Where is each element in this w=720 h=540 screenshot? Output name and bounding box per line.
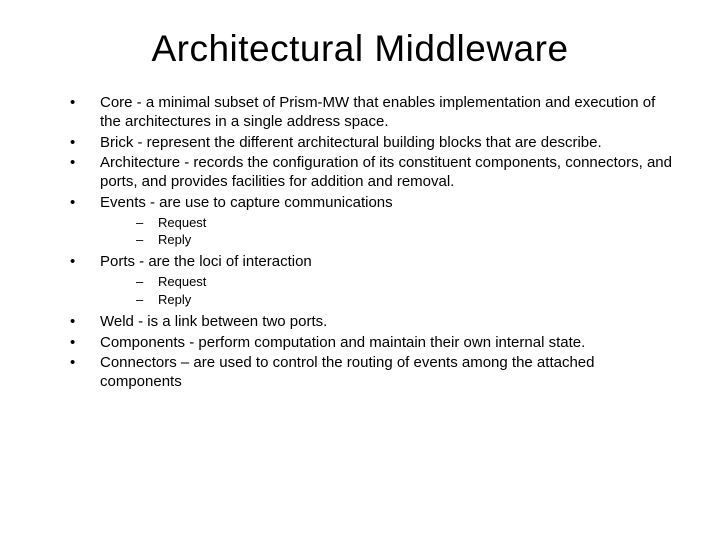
bullet-text: Architecture - records the configuration…	[100, 154, 672, 190]
sub-item: Reply	[136, 232, 680, 249]
bullet-item: Events - are use to capture communicatio…	[70, 194, 680, 250]
slide-title: Architectural Middleware	[40, 28, 680, 70]
bullet-item: Components - perform computation and mai…	[70, 334, 680, 353]
bullet-item: Weld - is a link between two ports.	[70, 313, 680, 332]
sub-item: Reply	[136, 292, 680, 309]
bullet-text: Ports - are the loci of interaction	[100, 253, 312, 270]
bullet-item: Architecture - records the configuration…	[70, 154, 680, 192]
slide: Architectural Middleware Core - a minima…	[0, 0, 720, 540]
sub-item: Request	[136, 274, 680, 291]
bullet-text: Weld - is a link between two ports.	[100, 313, 327, 330]
bullet-text: Brick - represent the different architec…	[100, 134, 602, 151]
bullet-text: Components - perform computation and mai…	[100, 334, 585, 351]
sub-list: Request Reply	[100, 274, 680, 309]
bullet-text: Events - are use to capture communicatio…	[100, 194, 393, 211]
bullet-item: Brick - represent the different architec…	[70, 134, 680, 153]
bullet-item: Ports - are the loci of interaction Requ…	[70, 253, 680, 309]
sub-item: Request	[136, 215, 680, 232]
bullet-list: Core - a minimal subset of Prism-MW that…	[40, 94, 680, 392]
sub-list: Request Reply	[100, 215, 680, 250]
bullet-item: Core - a minimal subset of Prism-MW that…	[70, 94, 680, 132]
bullet-item: Connectors – are used to control the rou…	[70, 354, 680, 392]
bullet-text: Core - a minimal subset of Prism-MW that…	[100, 94, 655, 130]
bullet-text: Connectors – are used to control the rou…	[100, 354, 594, 390]
